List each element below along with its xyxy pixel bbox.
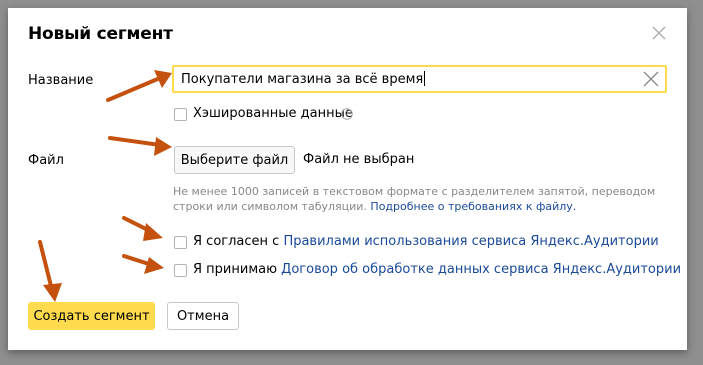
help-icon[interactable]: ? [341, 108, 353, 120]
new-segment-dialog: Новый сегмент Название Покупатели магази… [8, 8, 687, 350]
agreement-link[interactable]: Договор об обработке данных сервиса Янде… [281, 262, 681, 277]
requirements-link[interactable]: Подробнее о требованиях к файлу. [370, 200, 576, 213]
rules-link[interactable]: Правилами использования сервиса Яндекс.А… [283, 234, 658, 249]
agree-rules-label: Я согласен с Правилами использования сер… [193, 234, 659, 249]
file-requirements-hint: Не менее 1000 записей в текстовом формат… [173, 184, 668, 214]
choose-file-button[interactable]: Выберите файл [174, 146, 295, 174]
dialog-title: Новый сегмент [28, 24, 173, 44]
accept-agreement-prefix: Я принимаю [193, 262, 278, 277]
name-label: Название [28, 73, 94, 88]
agree-rules-prefix: Я согласен с [193, 234, 280, 249]
file-label: Файл [28, 153, 64, 168]
cancel-button[interactable]: Отмена [167, 302, 239, 330]
file-status: Файл не выбран [303, 152, 415, 167]
segment-name-input[interactable]: Покупатели магазина за всё время [172, 65, 667, 93]
create-segment-button[interactable]: Создать сегмент [28, 302, 155, 330]
accept-agreement-checkbox[interactable] [174, 264, 187, 277]
svg-text:?: ? [345, 110, 349, 119]
clear-icon[interactable] [642, 70, 660, 88]
close-icon[interactable] [650, 24, 668, 42]
accept-agreement-label: Я принимаю Договор об обработке данных с… [193, 262, 681, 277]
segment-name-value[interactable]: Покупатели магазина за всё время [181, 71, 426, 87]
agree-rules-checkbox[interactable] [174, 236, 187, 249]
hashed-data-checkbox[interactable] [174, 108, 187, 121]
hashed-data-label: Хэшированные данные [193, 106, 353, 121]
